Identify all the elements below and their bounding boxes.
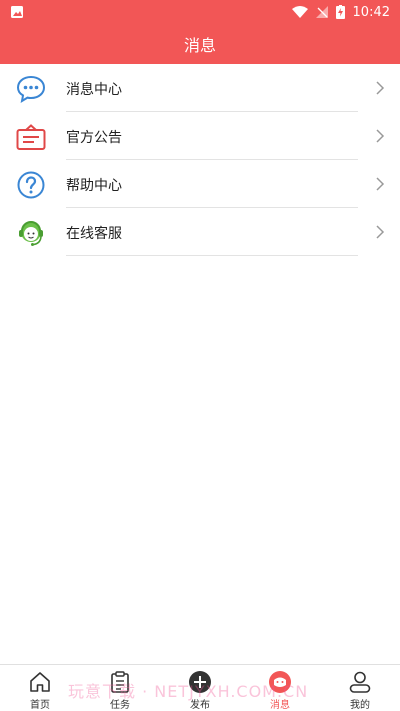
- battery-charging-icon: [335, 5, 345, 19]
- menu-item-label: 消息中心: [66, 82, 122, 98]
- status-bar: 10:42: [0, 0, 400, 24]
- chevron-right-icon: [376, 81, 385, 95]
- tab-profile[interactable]: 我的: [320, 665, 400, 711]
- tab-home[interactable]: 首页: [0, 665, 80, 711]
- menu-item-label: 在线客服: [66, 226, 122, 242]
- announcement-icon: [16, 124, 46, 150]
- publish-icon: [189, 671, 211, 693]
- menu-item-label: 帮助中心: [66, 178, 122, 194]
- tab-label: 消息: [270, 700, 290, 711]
- tab-label: 任务: [110, 700, 130, 711]
- wifi-icon: [291, 6, 308, 18]
- divider: [66, 255, 358, 256]
- no-signal-icon: [315, 6, 328, 18]
- chevron-right-icon: [376, 129, 385, 143]
- menu-item-online-service[interactable]: 在线客服: [0, 208, 400, 256]
- chevron-right-icon: [376, 177, 385, 191]
- tab-label: 我的: [350, 700, 370, 711]
- status-time: 10:42: [352, 4, 390, 20]
- tab-tasks[interactable]: 任务: [80, 665, 160, 711]
- home-icon: [30, 672, 50, 692]
- customer-service-icon: [19, 221, 43, 246]
- tab-publish[interactable]: 发布: [160, 665, 240, 711]
- chevron-right-icon: [376, 225, 385, 239]
- help-icon: [17, 171, 45, 199]
- menu-item-label: 官方公告: [66, 130, 122, 146]
- message-menu: 消息中心 官方公告 帮助中心 在线客服: [0, 64, 400, 256]
- menu-item-announcement[interactable]: 官方公告: [0, 112, 400, 160]
- chat-bubble-icon: [16, 75, 46, 104]
- tab-label: 发布: [190, 700, 210, 711]
- clipboard-icon: [111, 671, 129, 693]
- message-icon: [269, 671, 291, 693]
- page-title: 消息: [183, 36, 216, 55]
- tab-label: 首页: [30, 700, 50, 711]
- menu-item-message-center[interactable]: 消息中心: [0, 64, 400, 112]
- header: 消息: [0, 24, 400, 64]
- bottom-tab-bar: 首页 任务 发布 消息 我的: [0, 664, 400, 711]
- profile-icon: [349, 671, 371, 693]
- menu-item-help-center[interactable]: 帮助中心: [0, 160, 400, 208]
- gallery-notification-icon: [11, 6, 23, 18]
- tab-messages[interactable]: 消息: [240, 665, 320, 711]
